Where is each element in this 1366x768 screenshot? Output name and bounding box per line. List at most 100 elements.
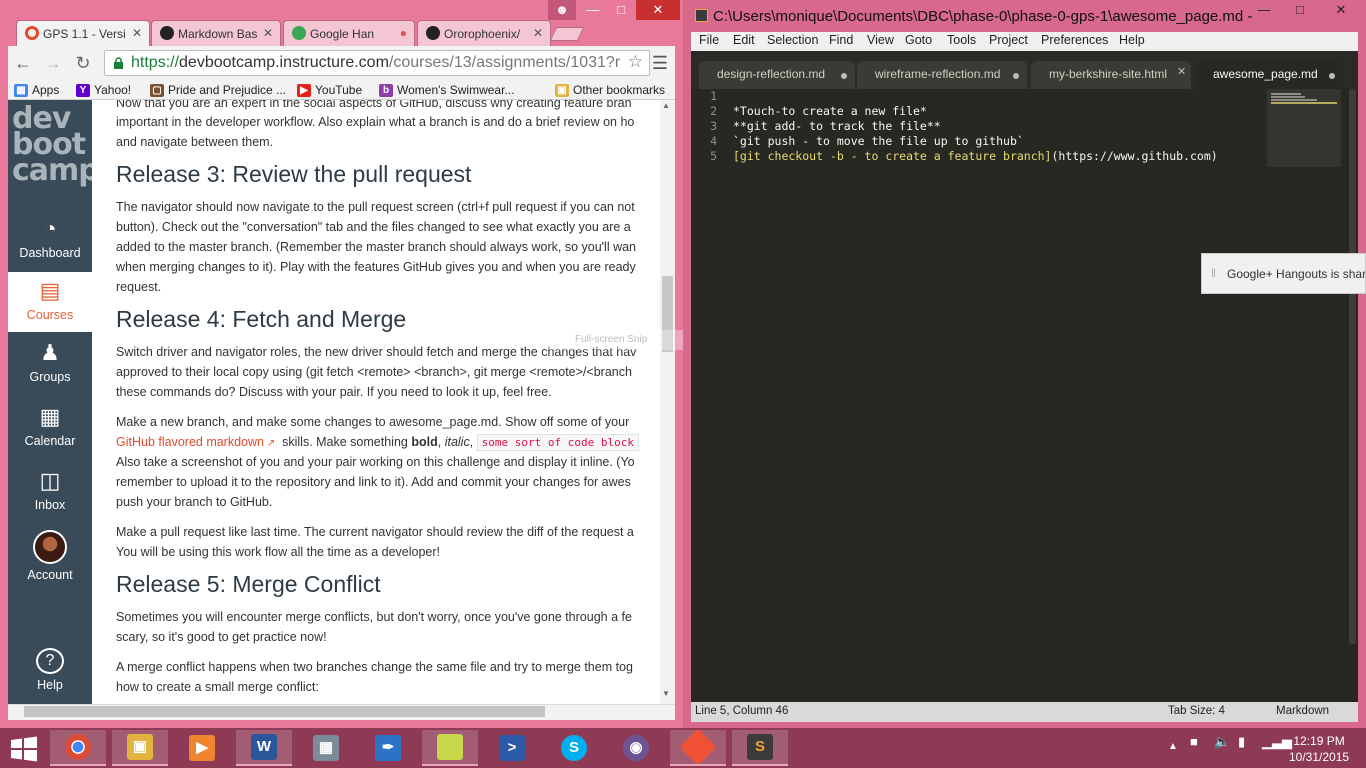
tab-markdown[interactable]: Markdown Bas ✕	[151, 20, 281, 46]
bookmark-label: Apps	[32, 83, 60, 97]
taskbar-media[interactable]: ▶	[174, 730, 230, 766]
action-center-icon[interactable]: ■	[1190, 734, 1198, 749]
close-icon[interactable]: ✕	[132, 26, 142, 40]
taskbar-word[interactable]: W	[236, 730, 292, 766]
volume-icon[interactable]: 🔈	[1214, 734, 1230, 750]
unsaved-dot-icon[interactable]	[841, 73, 847, 79]
taskbar-explorer[interactable]: ▣	[112, 730, 168, 766]
unsaved-dot-icon[interactable]	[1013, 73, 1019, 79]
menu-file[interactable]: File	[699, 33, 719, 47]
address-bar[interactable]: https://devbootcamp.instructure.com/cour…	[104, 50, 650, 76]
close-icon[interactable]: ✕	[263, 26, 273, 40]
line-number: 2	[710, 104, 717, 118]
book-icon: ▢	[150, 84, 164, 97]
maximize-button[interactable]: □	[1285, 0, 1315, 20]
horizontal-scroll-thumb[interactable]	[24, 706, 545, 717]
nav-dashboard[interactable]: ◔ Dashboard	[8, 210, 92, 272]
taskbar-calculator[interactable]: ▦	[298, 730, 354, 766]
syntax-mode[interactable]: Markdown	[1276, 705, 1329, 717]
tab-awesome-page[interactable]: awesome_page.md	[1195, 61, 1343, 89]
menu-preferences[interactable]: Preferences	[1041, 33, 1108, 47]
editor-scrollbar[interactable]	[1349, 89, 1356, 644]
minimize-button[interactable]: —	[1249, 0, 1279, 20]
user-icon[interactable]: ☻	[548, 0, 576, 20]
maximize-button[interactable]: □	[608, 0, 634, 20]
scroll-down-icon[interactable]: ▼	[662, 689, 670, 698]
menu-find[interactable]: Find	[829, 33, 853, 47]
bookmark-other[interactable]: ▣ Other bookmarks	[555, 81, 665, 99]
tab-hangouts[interactable]: Google Han ●	[283, 20, 415, 46]
bookmark-star-icon[interactable]: ☆	[628, 52, 643, 72]
bookmark-pride[interactable]: ▢ Pride and Prejudice ...	[150, 81, 286, 99]
menu-help[interactable]: Help	[1119, 33, 1145, 47]
start-button[interactable]	[10, 736, 38, 762]
nav-calendar[interactable]: ▦ Calendar	[8, 398, 92, 460]
taskbar-sublime[interactable]: S	[732, 730, 788, 766]
taskbar-git-gui[interactable]	[670, 728, 726, 766]
taskbar-skype[interactable]: S	[546, 730, 602, 766]
chrome-window: GPS 1.1 - Versi ✕ Markdown Bas ✕ Google …	[0, 0, 717, 728]
nav-groups[interactable]: ♟ Groups	[8, 334, 92, 396]
close-button[interactable]: ✕	[636, 0, 680, 20]
tab-size[interactable]: Tab Size: 4	[1168, 705, 1225, 717]
chevron-up-icon[interactable]: ▲	[1168, 741, 1178, 752]
drag-handle-icon[interactable]: ‖	[1211, 266, 1216, 280]
bookmark-apps[interactable]: ▦ Apps	[14, 81, 59, 99]
bookmark-yahoo[interactable]: Y Yahoo!	[76, 81, 131, 99]
markdown-link[interactable]: GitHub flavored markdown	[116, 435, 264, 449]
clock-date: 10/31/2015	[1289, 750, 1350, 764]
tab-wireframe-reflection[interactable]: wireframe-reflection.md	[857, 61, 1027, 89]
taskbar-powershell[interactable]: >	[484, 730, 540, 766]
close-icon[interactable]: ✕	[533, 26, 543, 40]
nav-account[interactable]: Account	[8, 524, 92, 594]
youtube-icon: ▶	[297, 84, 311, 97]
devbootcamp-logo[interactable]: dev boot camp	[8, 104, 100, 186]
paragraph: scary, so it's good to get practice now!	[116, 630, 327, 644]
nav-help[interactable]: ? Help	[8, 642, 92, 704]
tab-github[interactable]: Ororophoenix/ ✕	[417, 20, 551, 46]
vertical-scrollbar[interactable]	[660, 100, 675, 704]
paragraph: Also take a screenshot of you and your p…	[116, 455, 635, 469]
word-icon: W	[251, 734, 277, 760]
chrome-menu-icon[interactable]: ☰	[651, 53, 669, 73]
calculator-icon: ▦	[313, 735, 339, 761]
paragraph: The navigator should now navigate to the…	[116, 200, 635, 214]
battery-icon[interactable]: ▮	[1238, 734, 1245, 750]
menu-edit[interactable]: Edit	[733, 33, 755, 47]
tab-design-reflection[interactable]: design-reflection.md	[699, 61, 855, 89]
close-icon[interactable]: ✕	[1177, 65, 1186, 78]
taskbar-github[interactable]: ◉	[608, 730, 664, 766]
minimap[interactable]	[1267, 89, 1341, 167]
bookmark-swimwear[interactable]: b Women's Swimwear...	[379, 81, 514, 99]
bookmark-label: YouTube	[315, 83, 363, 97]
taskbar-pen[interactable]: ✒	[360, 730, 416, 766]
url-path: /courses/13/assignments/1031?r	[388, 54, 621, 71]
new-tab-button[interactable]	[549, 27, 585, 41]
tab-berkshire-site[interactable]: my-berkshire-site.html ✕	[1031, 61, 1191, 89]
scroll-up-icon[interactable]: ▲	[662, 101, 670, 110]
hangouts-share-notification[interactable]: ‖ Google+ Hangouts is shar	[1201, 253, 1366, 294]
nav-inbox[interactable]: ◫ Inbox	[8, 462, 92, 524]
forward-button[interactable]: →	[42, 52, 64, 74]
code-line: [git checkout -b - to create a feature b…	[733, 149, 1218, 163]
network-icon[interactable]: ▁▃▅	[1262, 734, 1292, 750]
clock[interactable]: 12:19 PM 10/31/2015	[1289, 733, 1349, 765]
minimize-button[interactable]: —	[580, 0, 606, 20]
menu-project[interactable]: Project	[989, 33, 1028, 47]
bookmark-youtube[interactable]: ▶ YouTube	[297, 81, 362, 99]
reload-button[interactable]: ↻	[72, 52, 94, 74]
powershell-icon: >	[499, 735, 525, 761]
taskbar-sticky-notes[interactable]	[422, 730, 478, 766]
back-button[interactable]: ←	[12, 52, 34, 74]
paragraph: important in the developer workflow. Als…	[116, 115, 635, 129]
unsaved-dot-icon[interactable]	[1329, 73, 1335, 79]
menu-selection[interactable]: Selection	[767, 33, 818, 47]
code-editor[interactable]: 1 2 3 4 5 *Touch-to create a new file* *…	[691, 89, 1358, 702]
menu-goto[interactable]: Goto	[905, 33, 932, 47]
close-button[interactable]: ✕	[1319, 0, 1363, 20]
nav-courses[interactable]: ▤ Courses	[8, 272, 92, 332]
menu-view[interactable]: View	[867, 33, 894, 47]
tab-gps[interactable]: GPS 1.1 - Versi ✕	[16, 20, 150, 47]
taskbar-chrome[interactable]	[50, 730, 106, 766]
menu-tools[interactable]: Tools	[947, 33, 976, 47]
